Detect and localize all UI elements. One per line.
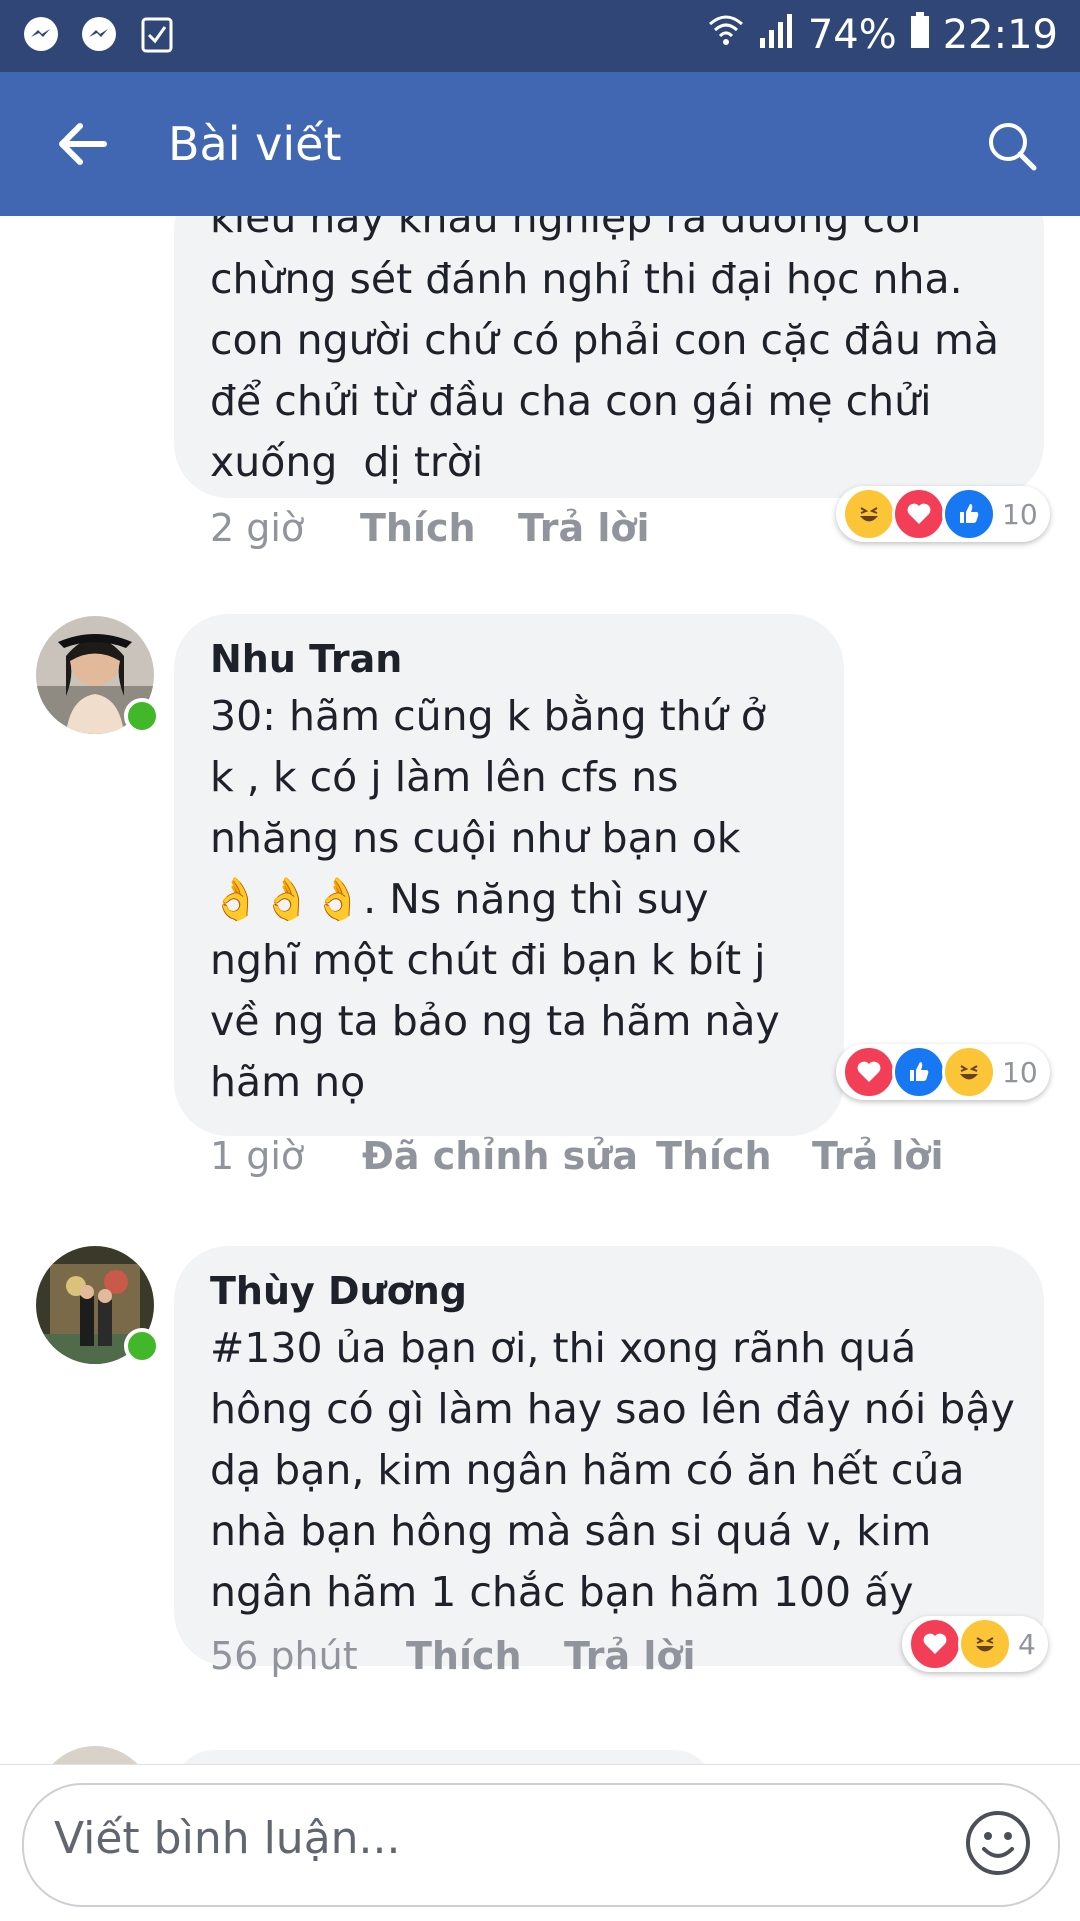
battery-level: 74%: [807, 12, 897, 58]
comment-actions: 1 giờ Đã chỉnh sửa Thích Trả lời: [0, 1134, 1080, 1194]
clock: 22:19: [942, 12, 1058, 58]
avatar[interactable]: [36, 1746, 154, 1764]
search-icon[interactable]: [984, 118, 1040, 174]
haha-reaction-icon: [942, 1045, 996, 1099]
like-link[interactable]: Thích: [406, 1634, 522, 1678]
app-bar: Bài viết: [0, 72, 1080, 216]
messenger-icon: [78, 14, 120, 56]
edited-label[interactable]: Đã chỉnh sửa: [362, 1134, 638, 1178]
online-status-dot: [124, 698, 160, 734]
comment-input-placeholder: Viết bình luận...: [54, 1813, 401, 1864]
comment-bubble[interactable]: [174, 1750, 714, 1764]
comment-text: 30: hãm cũng k bằng thứ ởk , k có j làm …: [210, 692, 780, 1106]
like-link[interactable]: Thích: [656, 1134, 772, 1178]
reaction-summary[interactable]: 10: [836, 1044, 1050, 1100]
reply-link[interactable]: Trả lời: [518, 506, 650, 550]
online-status-dot: [124, 1328, 160, 1364]
comment-input[interactable]: Viết bình luận...: [22, 1783, 1060, 1907]
like-reaction-icon: [892, 1045, 946, 1099]
comment-text: #130 ủa bạn ơi, thi xong rãnh quá hông có…: [210, 1324, 1015, 1616]
signal-icon: [758, 10, 796, 60]
task-check-icon: [136, 14, 178, 56]
messenger-icon: [20, 14, 62, 56]
commenter-name[interactable]: Thùy Dương: [210, 1264, 467, 1318]
comment-actions: 56 phút Thích Trả lời: [0, 1634, 1080, 1694]
comment-list: kiểu hay khẩu nghiệp ra đường coi chừng s…: [0, 216, 1080, 1764]
back-arrow-icon[interactable]: [52, 114, 112, 174]
status-bar: 74% 22:19: [0, 0, 1080, 72]
comment-bubble[interactable]: Thùy Dương #130 ủa bạn ơi, thi xong rãnh…: [174, 1246, 1044, 1666]
comment-time: 2 giờ: [210, 506, 305, 550]
comment-bubble[interactable]: kiểu hay khẩu nghiệp ra đường coi chừng s…: [174, 216, 1044, 498]
comment-time: 1 giờ: [210, 1134, 305, 1178]
like-link[interactable]: Thích: [360, 506, 476, 550]
reply-link[interactable]: Trả lời: [564, 1634, 696, 1678]
comment-bubble[interactable]: Nhu Tran 30: hãm cũng k bằng thứ ởk , k …: [174, 614, 844, 1136]
comment-time: 56 phút: [210, 1634, 358, 1678]
reply-link[interactable]: Trả lời: [812, 1134, 944, 1178]
comment-composer: Viết bình luận...: [0, 1764, 1080, 1921]
commenter-name[interactable]: Nhu Tran: [210, 632, 402, 686]
emoji-icon[interactable]: [964, 1809, 1032, 1877]
love-reaction-icon: [842, 1045, 896, 1099]
battery-icon: [909, 10, 931, 60]
comment-text: kiểu hay khẩu nghiệp ra đường coi chừng s…: [210, 216, 1000, 486]
reaction-count: 10: [1002, 1055, 1038, 1089]
page-title: Bài viết: [168, 117, 342, 171]
wifi-icon: [706, 10, 746, 60]
comment-actions: 2 giờ Thích Trả lời: [0, 506, 1080, 566]
